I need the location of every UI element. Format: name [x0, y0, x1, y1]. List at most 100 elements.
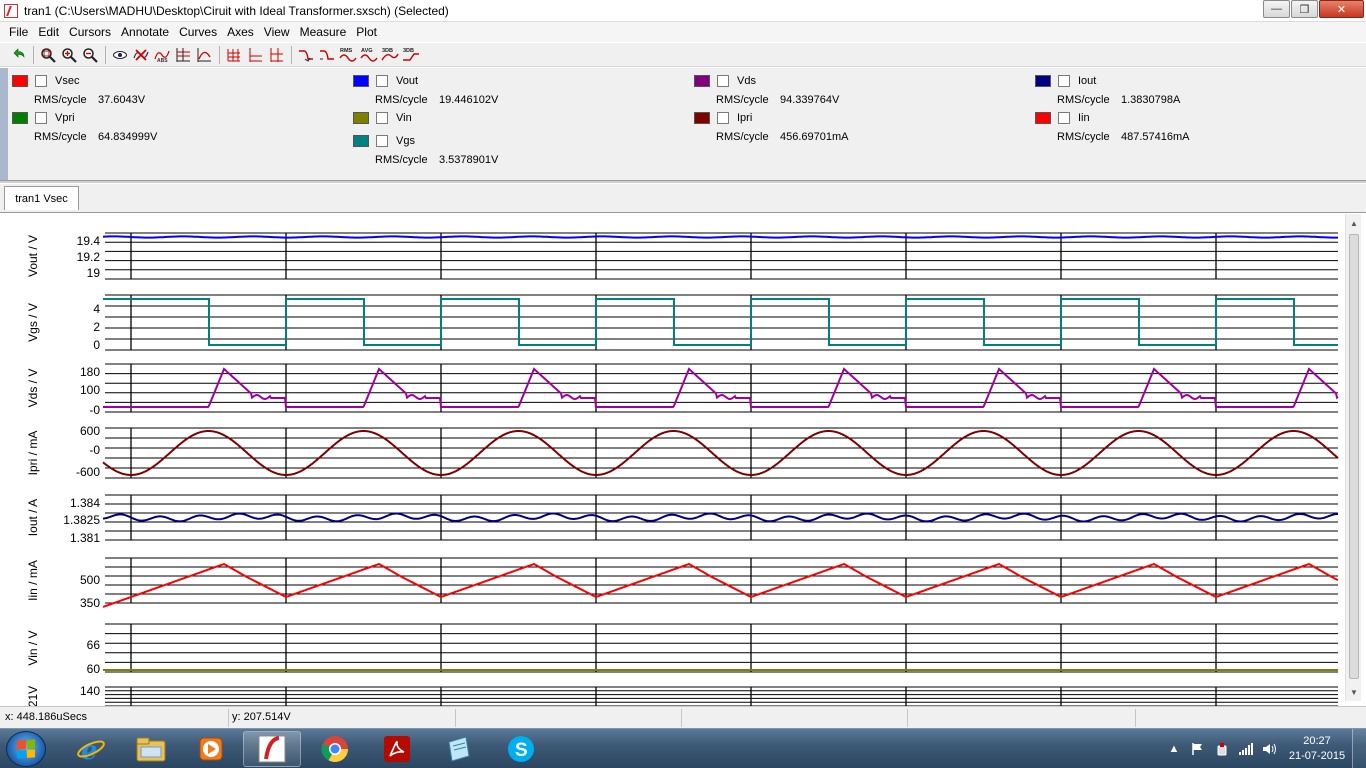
- menu-file[interactable]: File: [4, 25, 33, 39]
- taskbar-adobe-reader[interactable]: [368, 731, 426, 767]
- network-signal-icon[interactable]: [1238, 741, 1254, 757]
- plot-pane-ipri[interactable]: Ipri / mA 600 -0 -600: [26, 424, 1339, 479]
- taskbar-simetrix[interactable]: [243, 731, 301, 767]
- scroll-thumb[interactable]: [1349, 234, 1359, 679]
- legend-name: Iin: [1078, 112, 1090, 124]
- y-tick-label: 19: [87, 266, 101, 280]
- fit-grid-icon[interactable]: [173, 45, 193, 65]
- plot-pane-partial[interactable]: 21V 140: [26, 684, 1338, 706]
- legend-checkbox[interactable]: [376, 112, 388, 124]
- graph-area[interactable]: Vout / V 19.4 19.2 19 Vgs / V 4 2 0 Vds / V 180 10…: [0, 212, 1366, 706]
- eye-icon[interactable]: [110, 45, 130, 65]
- maximize-button[interactable]: ❐: [1291, 0, 1318, 18]
- volume-icon[interactable]: [1262, 741, 1278, 757]
- menu-view[interactable]: View: [259, 25, 295, 39]
- undo-icon[interactable]: [8, 45, 28, 65]
- minimize-button[interactable]: —: [1263, 0, 1290, 18]
- legend-entry-vin[interactable]: Vin: [353, 112, 653, 128]
- show-hidden-icons-icon[interactable]: ▲: [1166, 741, 1182, 757]
- y-tick-label: 0: [93, 338, 100, 352]
- legend-entry-vds[interactable]: Vds RMS/cycle 94.339764V: [694, 75, 994, 109]
- legend-name: Vin: [396, 112, 412, 124]
- start-button[interactable]: [6, 731, 46, 767]
- toolbar-separator: [291, 45, 292, 64]
- taskbar-windows-explorer[interactable]: [122, 731, 180, 767]
- legend-entry-ipri[interactable]: Ipri RMS/cycle 456.69701mA: [694, 112, 994, 146]
- legend-checkbox[interactable]: [376, 135, 388, 147]
- abs-icon[interactable]: ABS: [152, 45, 172, 65]
- legend-checkbox[interactable]: [35, 75, 47, 87]
- legend-entry-vout[interactable]: Vout RMS/cycle 19.446102V: [353, 75, 653, 109]
- zoom-in-icon[interactable]: [59, 45, 79, 65]
- legend-checkbox[interactable]: [1058, 112, 1070, 124]
- plot-pane-vgs[interactable]: Vgs / V 4 2 0: [26, 294, 1338, 352]
- scroll-up-icon[interactable]: ▲: [1348, 217, 1360, 229]
- waveform-vds[interactable]: [103, 367, 1339, 408]
- menu-axes[interactable]: Axes: [222, 25, 259, 39]
- show-desktop-button[interactable]: [1352, 729, 1366, 768]
- plot-pane-vin[interactable]: Vin / V 66 60: [26, 623, 1338, 676]
- legend-name: Vpri: [55, 112, 75, 124]
- skype-icon: S: [508, 736, 534, 762]
- scroll-down-icon[interactable]: ▼: [1348, 686, 1360, 698]
- taskbar-clock[interactable]: 20:27 21-07-2015: [1282, 734, 1352, 764]
- cursor-x-readout: x: 448.186uSecs: [5, 711, 87, 723]
- rms-icon[interactable]: RMS: [338, 45, 358, 65]
- axes-icon[interactable]: [245, 45, 265, 65]
- 3db-up-icon[interactable]: 3DB: [380, 45, 400, 65]
- close-button[interactable]: ✕: [1319, 0, 1364, 18]
- menu-plot[interactable]: Plot: [351, 25, 382, 39]
- waveform-iout[interactable]: [102, 512, 1338, 523]
- legend-rms-value: 487.57416mA: [1121, 131, 1190, 143]
- y-axis-label: Vds / V: [26, 369, 40, 408]
- plot-pane-vds[interactable]: Vds / V 180 100 -0: [26, 363, 1339, 417]
- menu-annotate[interactable]: Annotate: [116, 25, 174, 39]
- legend-rms-label: RMS/cycle: [375, 154, 428, 166]
- menu-cursors[interactable]: Cursors: [64, 25, 116, 39]
- graph-canvas[interactable]: Vout / V 19.4 19.2 19 Vgs / V 4 2 0 Vds / V 180 10…: [0, 213, 1345, 706]
- 3db-down-icon[interactable]: 3DB: [401, 45, 421, 65]
- legend-checkbox[interactable]: [1058, 75, 1070, 87]
- vertical-scrollbar[interactable]: ▲ ▼: [1345, 214, 1361, 701]
- tab-tran1-vsec[interactable]: tran1 Vsec: [4, 186, 79, 210]
- action-center-flag-icon[interactable]: [1190, 741, 1206, 757]
- zoom-out-icon[interactable]: [80, 45, 100, 65]
- taskbar-internet-explorer[interactable]: e: [62, 731, 120, 767]
- legend-entry-vpri[interactable]: Vpri RMS/cycle 64.834999V: [12, 112, 312, 146]
- menu-measure[interactable]: Measure: [295, 25, 352, 39]
- menu-edit[interactable]: Edit: [33, 25, 64, 39]
- legend-swatch: [353, 112, 369, 124]
- legend-rms-label: RMS/cycle: [716, 94, 769, 106]
- panel-splitter[interactable]: [0, 180, 1366, 183]
- y-axis-label: Ipri / mA: [26, 431, 40, 476]
- rise-icon[interactable]: [296, 45, 316, 65]
- waveform-vout[interactable]: [102, 235, 1338, 239]
- legend-checkbox[interactable]: [717, 75, 729, 87]
- fall-icon[interactable]: [317, 45, 337, 65]
- legend-entry-vsec[interactable]: Vsec RMS/cycle 37.6043V: [12, 75, 312, 109]
- svg-text:ABS: ABS: [157, 58, 168, 63]
- usb-device-icon[interactable]: [1214, 741, 1230, 757]
- legend-checkbox[interactable]: [717, 112, 729, 124]
- grid-icon[interactable]: [224, 45, 244, 65]
- taskbar-chrome[interactable]: [306, 731, 364, 767]
- legend-entry-vgs[interactable]: Vgs RMS/cycle 3.5378901V: [353, 135, 653, 169]
- legend-name: Vgs: [396, 135, 415, 147]
- plot-pane-vout[interactable]: Vout / V 19.4 19.2 19: [26, 232, 1338, 280]
- menu-curves[interactable]: Curves: [174, 25, 222, 39]
- legend-entry-iin[interactable]: Iin RMS/cycle 487.57416mA: [1035, 112, 1335, 146]
- avg-icon[interactable]: AVG: [359, 45, 379, 65]
- taskbar-skype[interactable]: S: [492, 731, 550, 767]
- legend-entry-iout[interactable]: Iout RMS/cycle 1.3830798A: [1035, 75, 1335, 109]
- taskbar-notepad[interactable]: [430, 731, 488, 767]
- taskbar-media-player[interactable]: [182, 731, 240, 767]
- delete-curve-icon[interactable]: [131, 45, 151, 65]
- separate-axes-icon[interactable]: [266, 45, 286, 65]
- y-axis-label: Iin / mA: [26, 560, 40, 601]
- zoom-fit-icon[interactable]: [38, 45, 58, 65]
- curve-tool-icon[interactable]: [194, 45, 214, 65]
- plot-pane-iin[interactable]: Iin / mA 500 350: [26, 557, 1339, 610]
- plot-pane-iout[interactable]: Iout / A 1.384 1.3825 1.381: [26, 494, 1338, 545]
- legend-checkbox[interactable]: [376, 75, 388, 87]
- legend-checkbox[interactable]: [35, 112, 47, 124]
